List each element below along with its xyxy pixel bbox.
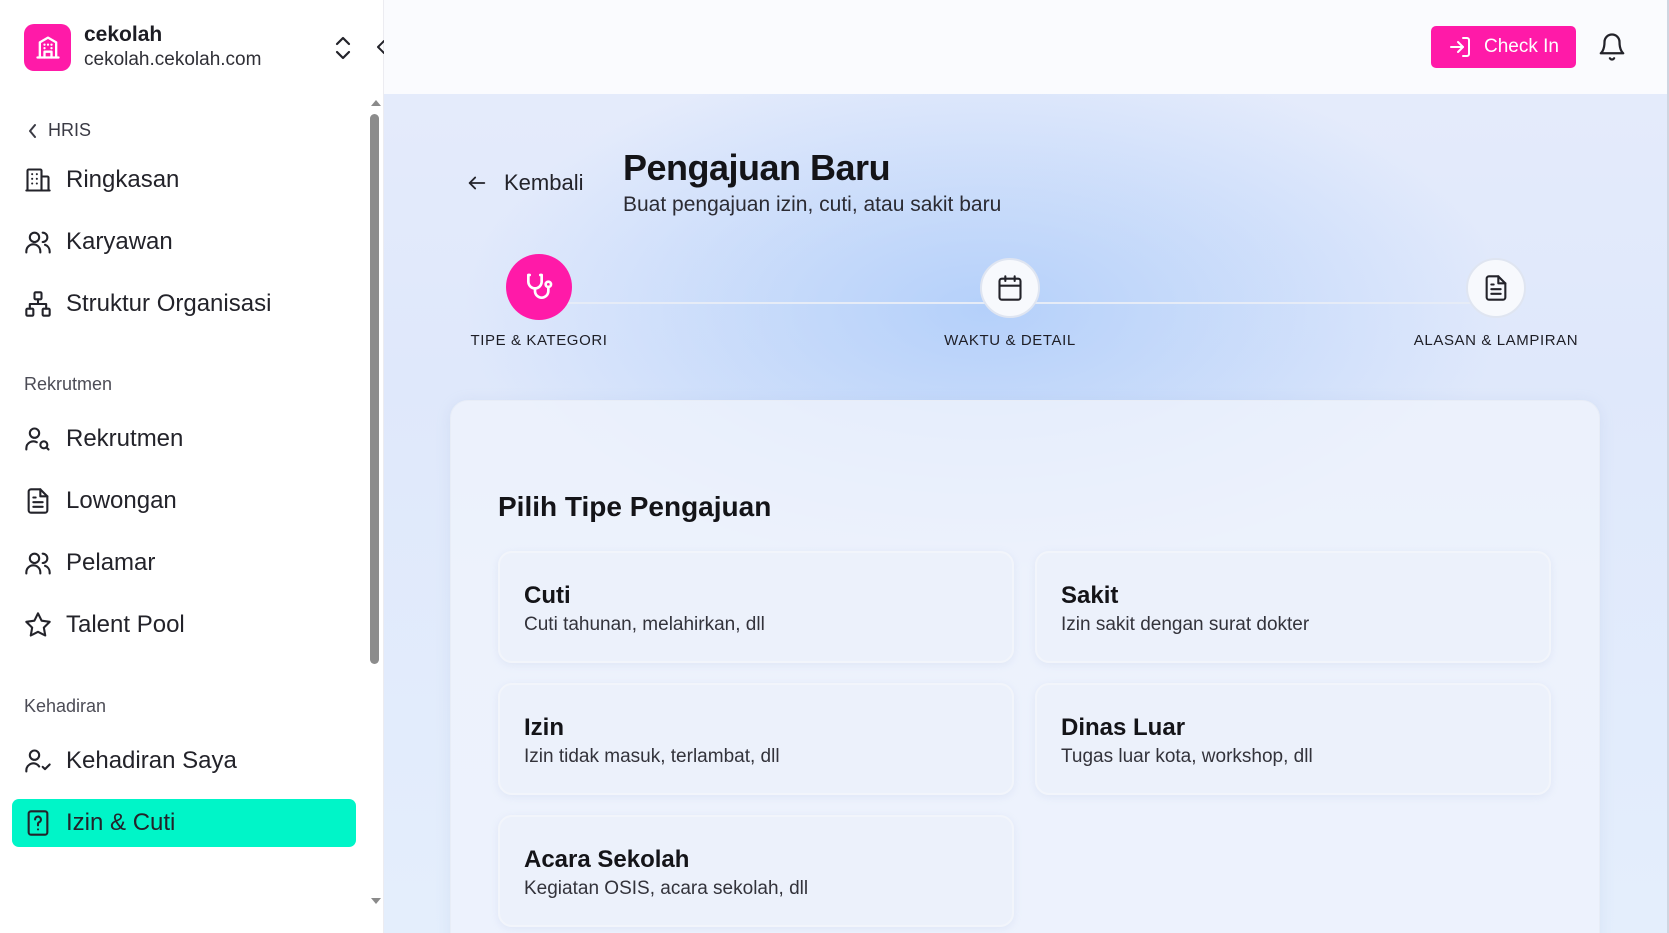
back-hris-label: HRIS bbox=[48, 120, 92, 140]
type-option-title: Acara Sekolah bbox=[524, 846, 690, 873]
sidebar-item-ringkasan[interactable]: Ringkasan bbox=[12, 156, 356, 204]
type-option-title: Dinas Luar bbox=[1061, 714, 1186, 741]
document-icon bbox=[27, 488, 49, 514]
arrow-left-icon bbox=[468, 176, 486, 190]
sidebar-item-label: Ringkasan bbox=[66, 166, 180, 193]
step-3-circle[interactable] bbox=[1466, 258, 1526, 318]
notifications-button[interactable] bbox=[1597, 32, 1627, 62]
section-label-kehadiran: Kehadiran bbox=[24, 696, 107, 716]
step-3-label: ALASAN & LAMPIRAN bbox=[1413, 332, 1579, 349]
type-option-dinas-luar[interactable]: Dinas Luar Tugas luar kota, workshop, dl… bbox=[1035, 683, 1551, 795]
back-button[interactable]: Kembali bbox=[466, 170, 583, 196]
users-icon bbox=[25, 231, 51, 254]
building-icon bbox=[35, 36, 60, 59]
star-icon bbox=[25, 612, 51, 637]
scroll-up-arrow-icon[interactable] bbox=[371, 100, 381, 106]
file-question-icon bbox=[27, 810, 49, 836]
sidebar-item-izin-cuti[interactable]: Izin & Cuti bbox=[12, 799, 356, 847]
type-option-desc: Izin sakit dengan surat dokter bbox=[1061, 614, 1310, 635]
sidebar-item-label: Izin & Cuti bbox=[66, 809, 176, 836]
user-search-icon bbox=[25, 427, 50, 451]
sidebar-item-label: Kehadiran Saya bbox=[66, 747, 237, 774]
sidebar-item-label: Lowongan bbox=[66, 487, 177, 514]
sidebar-item-karyawan[interactable]: Karyawan bbox=[12, 218, 356, 266]
type-option-title: Izin bbox=[524, 714, 564, 741]
section-label-rekrutmen: Rekrutmen bbox=[24, 374, 113, 394]
check-in-label: Check In bbox=[1484, 36, 1559, 57]
stepper: TIPE & KATEGORI WAKTU & DETAIL ALASAN & … bbox=[384, 240, 1669, 350]
type-option-title: Cuti bbox=[524, 582, 571, 609]
stethoscope-icon bbox=[527, 273, 553, 299]
main-content: Check In Kembali Pengajuan Baru Buat pen… bbox=[384, 0, 1669, 933]
step-1-circle[interactable] bbox=[506, 254, 572, 320]
org-switcher-button[interactable] bbox=[332, 33, 354, 63]
calendar-icon bbox=[998, 275, 1022, 301]
org-header: cekolah cekolah.cekolah.com bbox=[0, 0, 385, 94]
form-title: Pilih Tipe Pengajuan bbox=[498, 491, 772, 522]
document-icon bbox=[1485, 275, 1507, 301]
org-name: cekolah bbox=[84, 23, 163, 46]
sidebar-item-label: Pelamar bbox=[66, 549, 156, 576]
back-label: Kembali bbox=[504, 170, 584, 195]
type-option-sakit[interactable]: Sakit Izin sakit dengan surat dokter bbox=[1035, 551, 1551, 663]
sidebar-item-label: Struktur Organisasi bbox=[66, 290, 272, 317]
sidebar-item-lowongan[interactable]: Lowongan bbox=[12, 477, 356, 525]
type-option-izin[interactable]: Izin Izin tidak masuk, terlambat, dll bbox=[498, 683, 1014, 795]
page-title: Pengajuan Baru bbox=[623, 147, 891, 188]
type-option-acara-sekolah[interactable]: Acara Sekolah Kegiatan OSIS, acara sekol… bbox=[498, 815, 1014, 927]
type-option-desc: Tugas luar kota, workshop, dll bbox=[1061, 746, 1313, 767]
sidebar-item-kehadiran-saya[interactable]: Kehadiran Saya bbox=[12, 737, 356, 785]
org-logo bbox=[24, 23, 71, 71]
building-icon bbox=[25, 168, 51, 192]
sidebar-item-label: Rekrutmen bbox=[66, 425, 184, 452]
type-option-desc: Kegiatan OSIS, acara sekolah, dll bbox=[524, 878, 809, 899]
scrollbar-thumb[interactable] bbox=[370, 114, 379, 664]
scroll-down-arrow-icon[interactable] bbox=[371, 898, 381, 904]
type-option-desc: Izin tidak masuk, terlambat, dll bbox=[524, 746, 780, 767]
sidebar-item-talent-pool[interactable]: Talent Pool bbox=[12, 601, 356, 649]
org-chart-icon bbox=[25, 291, 51, 317]
type-option-cuti[interactable]: Cuti Cuti tahunan, melahirkan, dll bbox=[498, 551, 1014, 663]
org-info: cekolah cekolah.cekolah.com bbox=[84, 22, 261, 72]
check-in-button[interactable]: Check In bbox=[1431, 26, 1576, 68]
sidebar-item-rekrutmen[interactable]: Rekrutmen bbox=[12, 415, 356, 463]
users-icon bbox=[25, 552, 51, 575]
log-in-icon bbox=[1450, 37, 1470, 57]
top-bar: Check In bbox=[384, 0, 1669, 94]
page-subtitle: Buat pengajuan izin, cuti, atau sakit ba… bbox=[623, 193, 1002, 216]
bell-icon bbox=[1599, 33, 1625, 61]
back-to-hris-link[interactable]: HRIS bbox=[28, 120, 91, 141]
chevrons-up-down-icon bbox=[335, 36, 351, 60]
form-card: Pilih Tipe Pengajuan Cuti Cuti tahunan, … bbox=[450, 400, 1600, 933]
sidebar-item-label: Talent Pool bbox=[66, 611, 185, 638]
sidebar: cekolah cekolah.cekolah.com HRIS Ringkas… bbox=[0, 0, 385, 933]
org-domain: cekolah.cekolah.com bbox=[84, 49, 262, 70]
type-option-title: Sakit bbox=[1061, 582, 1119, 609]
type-option-desc: Cuti tahunan, melahirkan, dll bbox=[524, 614, 765, 635]
sidebar-item-pelamar[interactable]: Pelamar bbox=[12, 539, 356, 587]
user-check-icon bbox=[25, 749, 51, 773]
sidebar-scrollbar[interactable] bbox=[366, 94, 384, 910]
step-1-label: TIPE & KATEGORI bbox=[470, 332, 608, 349]
step-2-circle[interactable] bbox=[980, 258, 1040, 318]
step-2-label: WAKTU & DETAIL bbox=[944, 332, 1076, 349]
sidebar-nav: HRIS Ringkasan Karyawan Struktur Organis… bbox=[0, 100, 366, 910]
chevron-left-icon bbox=[29, 123, 36, 138]
sidebar-item-struktur-organisasi[interactable]: Struktur Organisasi bbox=[12, 280, 356, 328]
sidebar-item-label: Karyawan bbox=[66, 228, 173, 255]
